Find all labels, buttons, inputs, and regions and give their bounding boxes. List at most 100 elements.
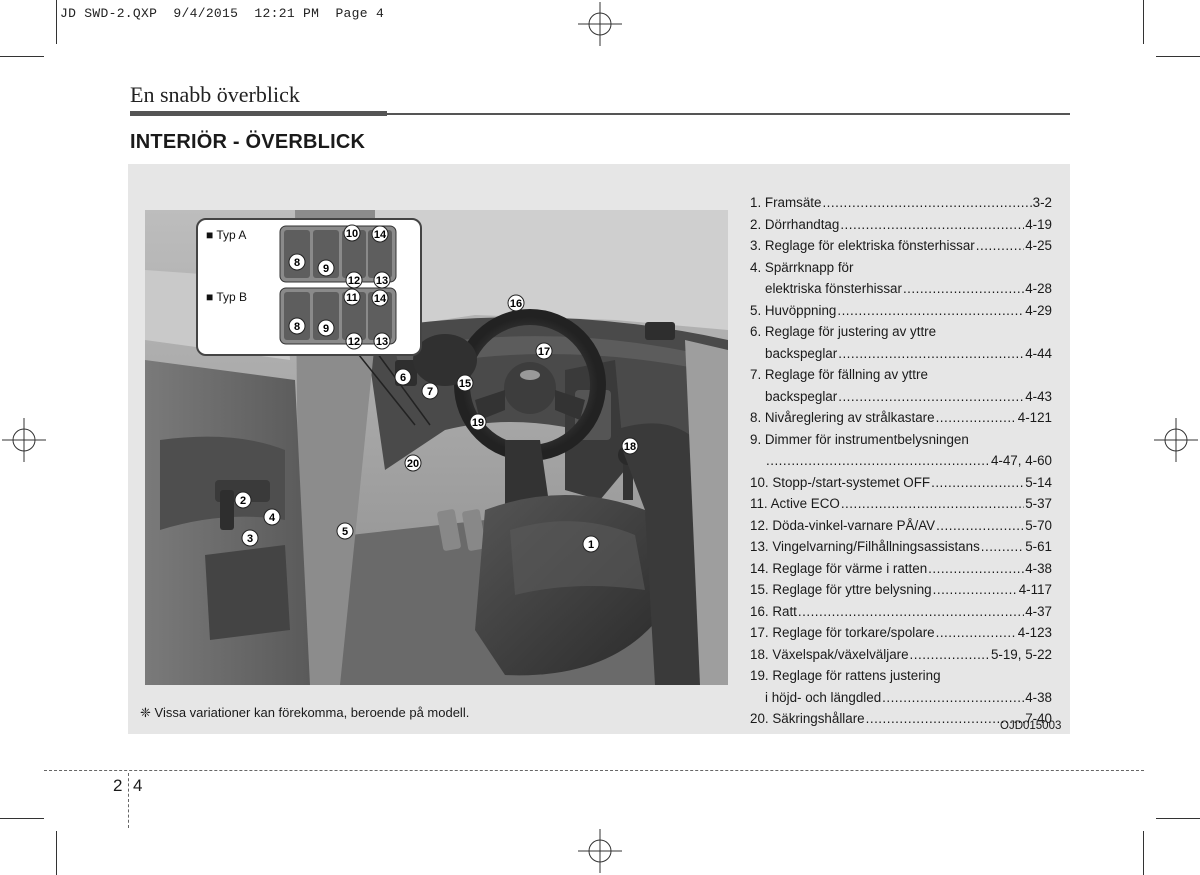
index-entry-page: 5-37 bbox=[1025, 496, 1052, 511]
index-entry: 5. Huvöppning 4-29 bbox=[750, 300, 1052, 322]
figure-callout-2: 2 bbox=[234, 491, 252, 509]
index-entry: 3. Reglage för elektriska fönsterhissar 4… bbox=[750, 235, 1052, 257]
index-entry-page: 4-28 bbox=[1025, 281, 1052, 296]
dot-leader bbox=[837, 300, 1024, 322]
dot-leader bbox=[798, 601, 1024, 623]
index-entry: 16. Ratt 4-37 bbox=[750, 601, 1052, 623]
callout-a-number: 10 bbox=[346, 228, 358, 240]
index-entry: 1. Framsäte 3-2 bbox=[750, 192, 1052, 214]
callout-a-number: 12 bbox=[348, 275, 360, 287]
index-entry-label: 20. Säkringshållare bbox=[750, 711, 865, 726]
index-entry-label: 15. Reglage för yttre belysning bbox=[750, 582, 932, 597]
index-entry-page: 4-47, 4-60 bbox=[990, 453, 1052, 468]
callout-a-number: 13 bbox=[376, 275, 388, 287]
callout-a-number: 8 bbox=[294, 257, 300, 269]
figure-number: 19 bbox=[472, 417, 484, 429]
figure-callout-16: 16 bbox=[507, 294, 525, 312]
index-entry-label: 10. Stopp-/start-systemet OFF bbox=[750, 474, 931, 490]
index-entry-label: 16. Ratt bbox=[750, 603, 797, 619]
figure-callout-17: 17 bbox=[535, 342, 553, 360]
footnote: ❈ Vissa variationer kan förekomma, beroe… bbox=[140, 705, 470, 720]
callout-a-number: 14 bbox=[374, 229, 387, 241]
figure-number: 1 bbox=[588, 539, 594, 551]
registration-mark bbox=[2, 418, 46, 462]
index-entry-page: 4-37 bbox=[1025, 603, 1052, 619]
figure-number: 7 bbox=[427, 386, 433, 398]
index-entry-label: 1. Framsäte bbox=[750, 195, 822, 210]
crop-mark bbox=[1156, 56, 1200, 57]
index-entry-page: 5-14 bbox=[1025, 474, 1052, 490]
dot-leader bbox=[928, 558, 1024, 580]
index-entry: 4. Spärrknapp för elektriska fönsterhissa… bbox=[750, 257, 1052, 300]
figure-callout-18: 18 bbox=[621, 437, 639, 455]
figure-number: 4 bbox=[269, 512, 276, 524]
dot-leader bbox=[981, 536, 1024, 558]
index-entry-label: 9. Dimmer för instrumentbelysningen bbox=[750, 431, 969, 447]
figure-number: 16 bbox=[510, 298, 522, 310]
index-entry-label: 13. Vingelvarning/Filhållningsassistans bbox=[750, 539, 980, 554]
index-entry: 18. Växelspak/växelväljare 5-19, 5-22 bbox=[750, 644, 1052, 666]
crop-mark bbox=[1143, 0, 1144, 44]
index-entry-page: 4-38 bbox=[1025, 689, 1052, 705]
registration-mark bbox=[1154, 418, 1198, 462]
index-entry-label: backspeglar bbox=[765, 388, 838, 404]
index-entry-page: 4-29 bbox=[1025, 302, 1052, 318]
figure-callout-7: 7 bbox=[421, 382, 439, 400]
dot-leader bbox=[931, 472, 1024, 494]
figure-callout-15: 15 bbox=[456, 374, 474, 392]
index-entry: 10. Stopp-/start-systemet OFF 5-14 bbox=[750, 472, 1052, 494]
print-slug: JD SWD-2.QXP 9/4/2015 12:21 PM Page 4 bbox=[60, 6, 385, 21]
index-entry: 9. Dimmer för instrumentbelysningen 4-47,… bbox=[750, 429, 1052, 472]
index-entry-page: 4-117 bbox=[1018, 582, 1052, 597]
figure-number: 5 bbox=[342, 526, 348, 538]
index-entry: 12. Döda-vinkel-varnare PÅ/AV 5-70 bbox=[750, 515, 1052, 537]
page-number: 4 bbox=[133, 776, 143, 795]
dot-leader bbox=[838, 343, 1024, 365]
index-entry: 15. Reglage för yttre belysning 4-117 bbox=[750, 579, 1052, 601]
figure-number: 6 bbox=[400, 372, 406, 384]
page-number-divider bbox=[128, 773, 129, 828]
index-entry: 8. Nivåreglering av strålkastare 4-121 bbox=[750, 407, 1052, 429]
callout-b-number: 14 bbox=[374, 293, 387, 305]
dot-leader bbox=[838, 386, 1024, 408]
crop-mark bbox=[56, 0, 57, 44]
callout-b-number: 9 bbox=[323, 323, 329, 335]
index-entry-label: backspeglar bbox=[765, 345, 838, 361]
dot-leader bbox=[840, 214, 1024, 236]
index-entry-page: 4-25 bbox=[1025, 238, 1052, 253]
index-entry-page: 4-121 bbox=[1017, 410, 1052, 425]
crop-mark bbox=[56, 831, 57, 875]
dot-leader bbox=[903, 278, 1024, 300]
index-entry: 2. Dörrhandtag 4-19 bbox=[750, 214, 1052, 236]
dot-leader bbox=[976, 235, 1024, 257]
dot-leader bbox=[910, 644, 990, 666]
index-entry-label: 5. Huvöppning bbox=[750, 302, 837, 318]
figure-callout-19: 19 bbox=[469, 413, 487, 431]
figure-code: OJD015003 bbox=[1000, 720, 1062, 732]
index-entry-page: 4-19 bbox=[1025, 216, 1052, 232]
figure-callout-1: 1 bbox=[582, 535, 600, 553]
index-entry-page: 4-38 bbox=[1025, 560, 1052, 576]
dot-leader bbox=[841, 493, 1024, 515]
figure-callout-5: 5 bbox=[336, 522, 354, 540]
header-rule bbox=[130, 111, 387, 116]
index-entry-page: 3-2 bbox=[1032, 195, 1052, 210]
index-entry: 13. Vingelvarning/Filhållningsassistans 5… bbox=[750, 536, 1052, 558]
figure-callout-20: 20 bbox=[404, 454, 422, 472]
figure-number: 20 bbox=[407, 458, 419, 470]
figure-number: 17 bbox=[538, 346, 550, 358]
dot-leader bbox=[933, 579, 1018, 601]
chapter-title: En snabb överblick bbox=[130, 82, 300, 107]
figure-callout-4: 4 bbox=[263, 508, 281, 526]
index-entry-label: 7. Reglage för fällning av yttre bbox=[750, 367, 928, 382]
index-entry-label: 19. Reglage för rattens justering bbox=[750, 668, 941, 683]
callout-b-number: 12 bbox=[348, 336, 360, 348]
index-entry: 19. Reglage för rattens justering i höjd-… bbox=[750, 665, 1052, 708]
index-entry-label: 2. Dörrhandtag bbox=[750, 216, 840, 232]
index-entry-page: 4-123 bbox=[1017, 625, 1052, 640]
switch-panel-callout: ■ Typ A ■ Typ B 8 9 10 14 12 13 8 9 11 1… bbox=[196, 218, 422, 356]
figure-number: 18 bbox=[624, 441, 636, 453]
index-entry-label: 6. Reglage för justering av yttre bbox=[750, 324, 937, 339]
switch-panel-drawing: 8 9 10 14 12 13 8 9 11 14 12 13 bbox=[279, 224, 397, 350]
registration-mark bbox=[578, 2, 622, 46]
